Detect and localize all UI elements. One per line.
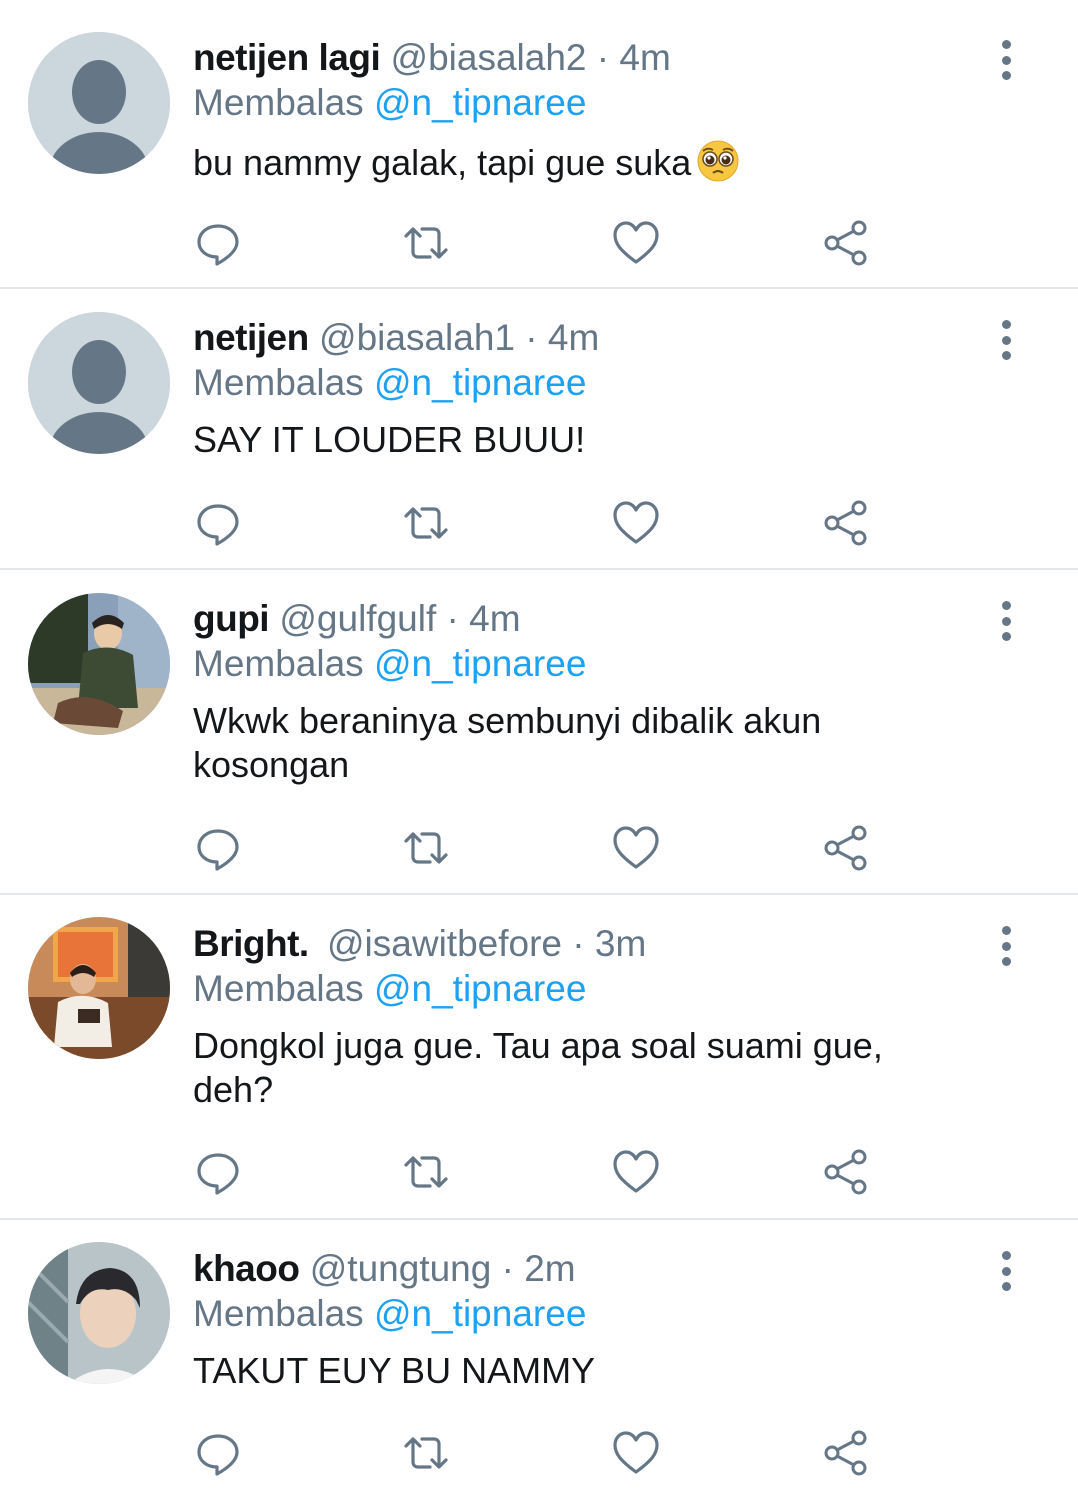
tweet-text: SAY IT LOUDER BUUU! <box>193 419 586 460</box>
avatar[interactable] <box>28 1242 170 1384</box>
tweet-header: Bright. @isawitbefore · 3m <box>193 922 968 966</box>
timestamp[interactable]: 3m <box>595 923 646 964</box>
replying-to: Membalas @n_tipnaree <box>193 1291 968 1337</box>
reply-icon[interactable] <box>193 1147 243 1197</box>
more-vertical-icon[interactable] <box>994 926 1018 966</box>
tweet-actions <box>193 823 893 873</box>
retweet-icon[interactable] <box>401 498 451 548</box>
separator: · <box>446 598 459 639</box>
share-icon[interactable] <box>821 1428 871 1478</box>
pleading-face-emoji-icon <box>697 140 739 182</box>
replying-to: Membalas @n_tipnaree <box>193 360 968 406</box>
avatar[interactable] <box>28 593 170 735</box>
tweet-item[interactable]: Bright. @isawitbefore · 3m Membalas @n_t… <box>0 895 1078 1220</box>
user-handle[interactable]: @biasalah1 <box>319 317 515 358</box>
like-icon[interactable] <box>611 498 661 548</box>
timestamp[interactable]: 4m <box>469 598 520 639</box>
more-vertical-icon[interactable] <box>994 1251 1018 1291</box>
share-icon[interactable] <box>821 498 871 548</box>
share-icon[interactable] <box>821 823 871 873</box>
display-name[interactable]: khaoo <box>193 1248 300 1289</box>
tweet-text-line: Wkwk beraninya sembunyi dibalik akun <box>193 700 822 741</box>
reply-icon[interactable] <box>193 1428 243 1478</box>
tweet-text: Wkwk beraninya sembunyi dibalik akun kos… <box>193 699 968 787</box>
separator: · <box>525 317 538 358</box>
retweet-icon[interactable] <box>401 218 451 268</box>
more-vertical-icon[interactable] <box>994 40 1018 80</box>
like-icon[interactable] <box>611 1147 661 1197</box>
user-handle[interactable]: @gulfgulf <box>279 598 436 639</box>
tweet-text: Dongkol juga gue. Tau apa soal suami gue… <box>193 1024 968 1112</box>
display-name[interactable]: netijen <box>193 317 309 358</box>
tweet-text-content: bu nammy galak, tapi gue suka <box>193 142 692 183</box>
avatar[interactable] <box>28 917 170 1059</box>
user-handle[interactable]: @biasalah2 <box>391 37 587 78</box>
replying-label: Membalas <box>193 362 364 403</box>
tweet-text-line: Dongkol juga gue. Tau apa soal suami gue… <box>193 1025 883 1066</box>
display-name[interactable]: Bright. <box>193 923 309 964</box>
display-name[interactable]: netijen lagi <box>193 37 381 78</box>
tweet-actions <box>193 218 893 268</box>
reply-mention-link[interactable]: @n_tipnaree <box>374 82 586 123</box>
tweet-item[interactable]: netijen @biasalah1 · 4m Membalas @n_tipn… <box>0 289 1078 570</box>
more-vertical-icon[interactable] <box>994 601 1018 641</box>
tweet-header: netijen lagi @biasalah2 · 4m <box>193 36 968 80</box>
tweet-actions <box>193 498 893 548</box>
tweet-item[interactable]: khaoo @tungtung · 2m Membalas @n_tipnare… <box>0 1220 1078 1496</box>
user-handle[interactable]: @isawitbefore <box>327 923 562 964</box>
tweet-actions <box>193 1428 893 1478</box>
timestamp[interactable]: 4m <box>619 37 670 78</box>
reply-mention-link[interactable]: @n_tipnaree <box>374 968 586 1009</box>
more-vertical-icon[interactable] <box>994 320 1018 360</box>
retweet-icon[interactable] <box>401 1147 451 1197</box>
default-avatar-icon <box>28 32 170 174</box>
like-icon[interactable] <box>611 218 661 268</box>
reply-icon[interactable] <box>193 498 243 548</box>
user-handle[interactable]: @tungtung <box>310 1248 492 1289</box>
share-icon[interactable] <box>821 1147 871 1197</box>
retweet-icon[interactable] <box>401 1428 451 1478</box>
reply-mention-link[interactable]: @n_tipnaree <box>374 643 586 684</box>
avatar[interactable] <box>28 32 170 174</box>
separator: · <box>501 1248 514 1289</box>
profile-photo-icon <box>28 917 170 1059</box>
replying-label: Membalas <box>193 643 364 684</box>
tweet-header: netijen @biasalah1 · 4m <box>193 316 968 360</box>
tweet-header: khaoo @tungtung · 2m <box>193 1247 968 1291</box>
tweet-text: bu nammy galak, tapi gue suka <box>193 140 968 185</box>
profile-photo-icon <box>28 593 170 735</box>
tweet-text-line: deh? <box>193 1069 274 1110</box>
replying-to: Membalas @n_tipnaree <box>193 641 968 687</box>
share-icon[interactable] <box>821 218 871 268</box>
replying-to: Membalas @n_tipnaree <box>193 966 968 1012</box>
avatar[interactable] <box>28 312 170 454</box>
like-icon[interactable] <box>611 1428 661 1478</box>
replying-label: Membalas <box>193 82 364 123</box>
replying-to: Membalas @n_tipnaree <box>193 80 968 126</box>
retweet-icon[interactable] <box>401 823 451 873</box>
tweet-item[interactable]: gupi @gulfgulf · 4m Membalas @n_tipnaree… <box>0 570 1078 895</box>
tweet-header: gupi @gulfgulf · 4m <box>193 597 968 641</box>
reply-feed: netijen lagi @biasalah2 · 4m Membalas @n… <box>0 0 1078 1496</box>
tweet-actions <box>193 1147 893 1197</box>
tweet-text: TAKUT EUY BU NAMMY <box>193 1350 596 1391</box>
display-name[interactable]: gupi <box>193 598 270 639</box>
reply-icon[interactable] <box>193 823 243 873</box>
tweet-item[interactable]: netijen lagi @biasalah2 · 4m Membalas @n… <box>0 0 1078 289</box>
separator: · <box>596 37 610 78</box>
reply-icon[interactable] <box>193 218 243 268</box>
default-avatar-icon <box>28 312 170 454</box>
replying-label: Membalas <box>193 1293 364 1334</box>
separator: · <box>572 923 585 964</box>
reply-mention-link[interactable]: @n_tipnaree <box>374 1293 586 1334</box>
timestamp[interactable]: 2m <box>524 1248 575 1289</box>
like-icon[interactable] <box>611 823 661 873</box>
reply-mention-link[interactable]: @n_tipnaree <box>374 362 586 403</box>
profile-photo-icon <box>28 1242 170 1384</box>
replying-label: Membalas <box>193 968 364 1009</box>
tweet-text-line: kosongan <box>193 744 350 785</box>
timestamp[interactable]: 4m <box>548 317 599 358</box>
